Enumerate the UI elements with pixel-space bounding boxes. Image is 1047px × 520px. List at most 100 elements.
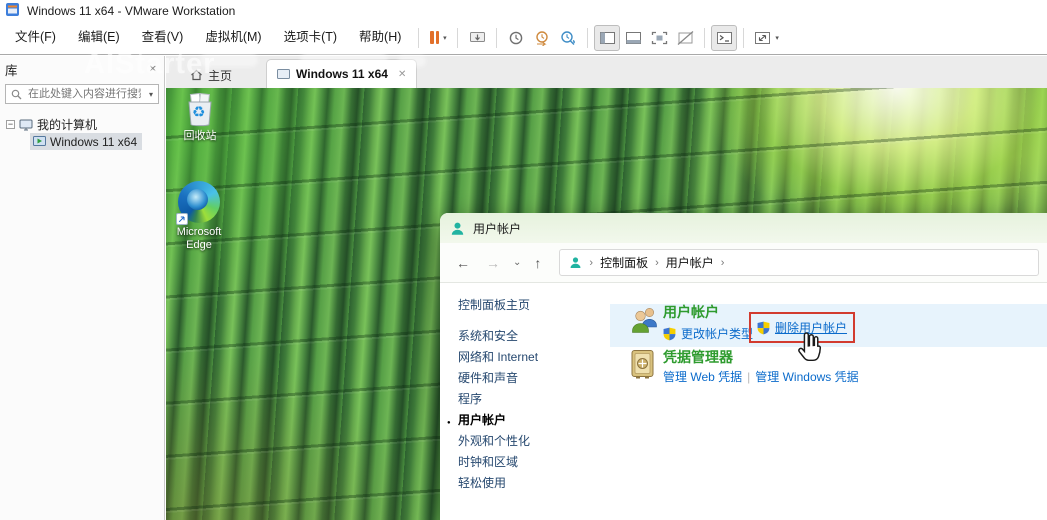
control-panel-window: 用户帐户 ← → ⌄ ↑ › 控制面板 › 用户帐户 › 控制面板主页	[440, 213, 1047, 520]
tab-strip: 主页 Windows 11 x64 ✕	[166, 56, 1047, 88]
tree-collapse-icon[interactable]: −	[6, 120, 15, 129]
credential-manager-safe-icon	[630, 349, 656, 379]
close-icon[interactable]: ✕	[398, 69, 406, 80]
sidebar-item-appearance[interactable]: 外观和个性化	[458, 435, 603, 448]
send-ctrl-alt-del-icon	[469, 30, 486, 46]
vm-tree: − 我的计算机 Windows 11 x64	[0, 116, 164, 150]
control-panel-navbar: ← → ⌄ ↑ › 控制面板 › 用户帐户 ›	[440, 243, 1047, 283]
full-screen-icon	[651, 31, 668, 45]
manage-web-credentials-link[interactable]: 管理 Web 凭据	[663, 368, 742, 385]
sidebar-item-network-internet[interactable]: 网络和 Internet	[458, 351, 603, 364]
window-title: Windows 11 x64 - VMware Workstation	[27, 4, 235, 18]
full-screen-button[interactable]	[646, 25, 672, 51]
fit-guest-window-button[interactable]: ▾	[750, 25, 783, 51]
chevron-right-icon: ›	[589, 257, 593, 269]
control-panel-sidebar: 控制面板主页 系统和安全 网络和 Internet 硬件和声音 程序 ●用户帐户…	[458, 299, 603, 498]
vmware-titlebar: Windows 11 x64 - VMware Workstation	[0, 0, 1047, 21]
desktop-icon-label: Microsoft Edge	[166, 226, 232, 252]
recycle-symbol-icon: ♻	[192, 103, 205, 121]
toolbar-separator	[587, 28, 588, 48]
show-library-button[interactable]	[594, 25, 620, 51]
back-button[interactable]: ←	[456, 255, 470, 271]
fit-guest-window-icon	[754, 31, 771, 45]
vm-icon	[277, 69, 290, 80]
credential-manager-heading[interactable]: 凭据管理器	[663, 347, 733, 367]
change-account-type-link[interactable]: 更改帐户类型	[681, 325, 753, 342]
search-icon	[11, 89, 22, 100]
vm-icon	[33, 136, 46, 147]
menu-tabs[interactable]: 选项卡(T)	[273, 21, 348, 54]
take-snapshot-button[interactable]	[503, 25, 529, 51]
chevron-down-icon: ▾	[775, 34, 779, 42]
address-bar[interactable]: › 控制面板 › 用户帐户 ›	[559, 249, 1039, 276]
sidebar-item-clock-region[interactable]: 时钟和区域	[458, 456, 603, 469]
tree-node-label: 我的计算机	[37, 116, 97, 133]
snapshot-manager-icon	[560, 30, 576, 46]
forward-button[interactable]: →	[486, 255, 500, 271]
sidebar-item-hardware-sound[interactable]: 硬件和声音	[458, 372, 603, 385]
vmware-workstation-window: Windows 11 x64 - VMware Workstation 文件(F…	[0, 0, 1047, 520]
control-panel-titlebar: 用户帐户	[440, 213, 1047, 243]
menu-view[interactable]: 查看(V)	[131, 21, 195, 54]
console-view-button[interactable]	[711, 25, 737, 51]
toolbar-separator	[496, 28, 497, 48]
control-panel-body: 控制面板主页 系统和安全 网络和 Internet 硬件和声音 程序 ●用户帐户…	[440, 283, 1047, 519]
menu-vm[interactable]: 虚拟机(M)	[194, 21, 272, 54]
menu-file[interactable]: 文件(F)	[4, 21, 67, 54]
uac-shield-icon	[757, 321, 770, 335]
send-ctrl-alt-del-button[interactable]	[464, 25, 490, 51]
desktop-icon-microsoft-edge[interactable]: Microsoft Edge	[166, 181, 232, 252]
computer-icon	[19, 119, 33, 131]
user-accounts-people-icon	[630, 305, 660, 333]
tab-home[interactable]: 主页	[178, 62, 244, 88]
library-panel: 库 ✕ ▾ − 我的计算机 Windows 11 x64	[0, 56, 165, 520]
sidebar-item-ease-of-access[interactable]: 轻松使用	[458, 477, 603, 490]
sidebar-item-user-accounts[interactable]: ●用户帐户	[458, 414, 603, 427]
take-snapshot-icon	[508, 30, 524, 46]
snapshot-manager-button[interactable]	[555, 25, 581, 51]
link-divider: |	[747, 370, 750, 384]
tab-vm-label: Windows 11 x64	[296, 67, 388, 81]
toolbar-separator	[704, 28, 705, 48]
pause-icon	[436, 31, 440, 44]
suspend-button[interactable]: ▾	[425, 25, 451, 51]
show-thumbnail-bar-button[interactable]	[620, 25, 646, 51]
search-input[interactable]	[26, 87, 143, 101]
library-search-box[interactable]: ▾	[5, 84, 159, 104]
vmware-logo-icon	[6, 3, 19, 19]
sidebar-item-system-security[interactable]: 系统和安全	[458, 330, 603, 343]
breadcrumb-control-panel[interactable]: 控制面板	[600, 254, 648, 271]
tree-node-my-computer[interactable]: − 我的计算机	[0, 116, 164, 133]
breadcrumb-user-accounts[interactable]: 用户帐户	[666, 254, 714, 271]
control-panel-content: 用户帐户 更改帐户类型 删除用户帐户	[610, 283, 1047, 519]
console-view-icon	[716, 31, 733, 45]
menu-edit[interactable]: 编辑(E)	[67, 21, 131, 54]
show-library-icon	[599, 31, 616, 45]
library-panel-title: 库	[5, 60, 18, 79]
show-thumbnail-bar-icon	[625, 31, 642, 45]
sidebar-item-home[interactable]: 控制面板主页	[458, 299, 603, 312]
menu-help[interactable]: 帮助(H)	[348, 21, 412, 54]
up-button[interactable]: ↑	[534, 255, 541, 271]
chevron-right-icon: ›	[721, 257, 725, 269]
manage-windows-credentials-link[interactable]: 管理 Windows 凭据	[755, 368, 858, 385]
user-accounts-heading[interactable]: 用户帐户	[663, 302, 719, 322]
user-account-icon	[569, 256, 582, 269]
sidebar-item-programs[interactable]: 程序	[458, 393, 603, 406]
toolbar-separator	[457, 28, 458, 48]
close-icon[interactable]: ✕	[149, 64, 157, 75]
desktop-icon-recycle-bin[interactable]: ♻ 回收站	[170, 93, 230, 143]
tab-vm-windows11[interactable]: Windows 11 x64 ✕	[266, 59, 417, 88]
chevron-down-icon: ▾	[149, 90, 153, 99]
toolbar-separator	[743, 28, 744, 48]
revert-snapshot-button[interactable]	[529, 25, 555, 51]
recent-pages-button[interactable]: ⌄	[513, 257, 521, 268]
vm-display: ♻ 回收站 Microsoft Edge 用户帐户 ← → ⌄ ↑	[166, 88, 1047, 520]
change-account-type-link-row: 更改帐户类型	[663, 325, 753, 342]
tree-node-label: Windows 11 x64	[50, 135, 137, 149]
edge-icon	[178, 181, 220, 223]
tree-node-vm-windows11[interactable]: Windows 11 x64	[30, 133, 142, 150]
uac-shield-icon	[663, 327, 676, 341]
unity-mode-button[interactable]	[672, 25, 698, 51]
home-icon	[190, 69, 203, 81]
